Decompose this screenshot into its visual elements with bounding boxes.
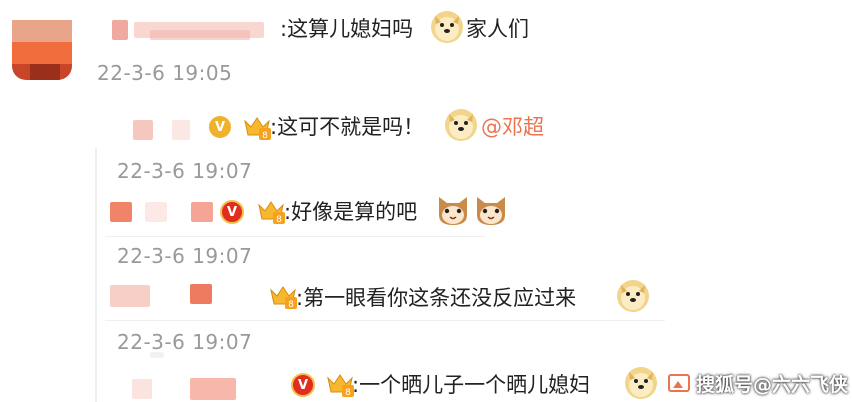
- svg-text:8: 8: [276, 215, 282, 225]
- user-avatar[interactable]: [12, 20, 72, 80]
- crown-icon: 8: [258, 201, 285, 225]
- reply-timestamp: 22-3-6 19:07: [117, 244, 253, 268]
- verified-badge-icon: V: [220, 200, 244, 224]
- comment-text: :这算儿媳妇吗: [280, 17, 414, 41]
- verified-badge-icon: V: [291, 373, 315, 397]
- watermark-text: 搜狐号@六六飞侠: [696, 373, 849, 396]
- crown-icon: 8: [327, 374, 354, 398]
- comment-timestamp: 22-3-6 19:05: [97, 61, 233, 85]
- cat-emoji-icon: [439, 197, 467, 225]
- verified-badge-icon: V: [209, 116, 231, 138]
- reply-timestamp: 22-3-6 19:07: [117, 330, 253, 354]
- reply-timestamp: 22-3-6 19:07: [117, 159, 253, 183]
- thread-divider: [95, 148, 97, 402]
- svg-text:8: 8: [345, 388, 351, 398]
- svg-text:8: 8: [262, 131, 268, 141]
- svg-text:8: 8: [288, 300, 294, 310]
- crown-icon: 8: [270, 286, 297, 310]
- reply-text: :好像是算的吧: [284, 200, 418, 224]
- reply-text: :这可不就是吗！: [270, 115, 425, 139]
- reply-separator: [105, 320, 665, 321]
- doge-emoji-icon: [617, 280, 649, 312]
- doge-emoji-icon: [625, 367, 657, 399]
- reply-text: :一个晒儿子一个晒儿媳妇: [352, 373, 591, 397]
- mention-link[interactable]: @邓超: [481, 112, 544, 142]
- doge-emoji-icon: [431, 11, 463, 43]
- watermark: 搜狐号@六六飞侠: [668, 366, 848, 400]
- comment-text-suffix: 家人们: [466, 17, 529, 41]
- crown-icon: 8: [244, 117, 271, 141]
- doge-emoji-icon: [445, 109, 477, 141]
- image-icon[interactable]: [668, 374, 690, 392]
- reply-text: :第一眼看你这条还没反应过来: [296, 286, 577, 310]
- cat-emoji-icon: [477, 197, 505, 225]
- reply-separator: [105, 236, 485, 237]
